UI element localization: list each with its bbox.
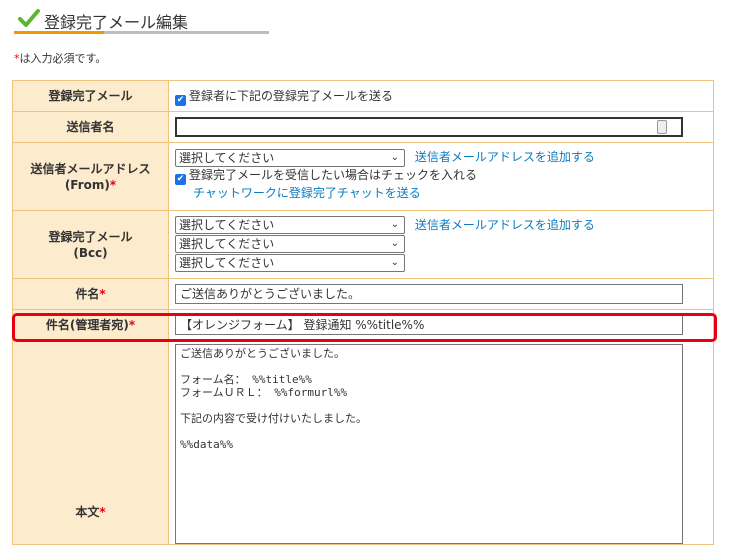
label-bcc: 登録完了メール (Bcc) [12, 210, 169, 279]
row-subject: 件名* ご送信ありがとうございました。 [12, 278, 714, 310]
title-underline-accent [14, 31, 104, 34]
row-bcc: 登録完了メール (Bcc) 選択してください ⌄ 送信者メールアドレスを追加する 選… [12, 210, 714, 279]
page-title: 登録完了メール編集 [44, 13, 189, 32]
row-sender-name: 送信者名 [12, 111, 714, 143]
label-body: 本文* [12, 340, 169, 545]
label-sender-from: 送信者メールアドレス (From)* [12, 142, 169, 211]
required-note: *は入力必須です。 [14, 52, 107, 65]
add-sender-address-link[interactable]: 送信者メールアドレスを追加する [415, 150, 595, 164]
receive-copy-checkbox[interactable]: ✔ [175, 174, 186, 185]
row-notify: 登録完了メール ✔ 登録者に下記の登録完了メールを送る [12, 80, 714, 112]
checkmark-icon [18, 9, 40, 27]
label-subject: 件名* [12, 278, 169, 310]
contact-card-icon[interactable] [657, 120, 667, 134]
page-title-bar: 登録完了メール編集 [14, 6, 269, 34]
receive-copy-label: 登録完了メールを受信したい場合はチェックを入れる [189, 168, 478, 182]
bcc-select-2[interactable]: 選択してください ⌄ [175, 235, 405, 253]
chatwork-link[interactable]: チャットワークに登録完了チャットを送る [193, 186, 421, 200]
body-textarea[interactable]: ご送信ありがとうございました。 フォーム名： %%title%% フォームＵＲＬ… [175, 344, 683, 544]
notify-checkbox-label: 登録者に下記の登録完了メールを送る [189, 88, 394, 103]
highlight-box [12, 313, 717, 342]
label-notify: 登録完了メール [12, 80, 169, 112]
sender-name-input[interactable] [175, 117, 683, 137]
sender-from-select[interactable]: 選択してください ⌄ [175, 149, 405, 167]
notify-checkbox[interactable]: ✔ [175, 94, 186, 106]
bcc-select-1[interactable]: 選択してください ⌄ [175, 216, 405, 234]
row-sender-from: 送信者メールアドレス (From)* 選択してください ⌄ 送信者メールアドレスを… [12, 142, 714, 211]
subject-input[interactable]: ご送信ありがとうございました。 [175, 284, 683, 304]
add-bcc-address-link[interactable]: 送信者メールアドレスを追加する [415, 218, 595, 232]
bcc-select-3[interactable]: 選択してください ⌄ [175, 254, 405, 272]
row-body: 本文* ご送信ありがとうございました。 フォーム名： %%title%% フォー… [12, 340, 714, 545]
label-sender-name: 送信者名 [12, 111, 169, 143]
